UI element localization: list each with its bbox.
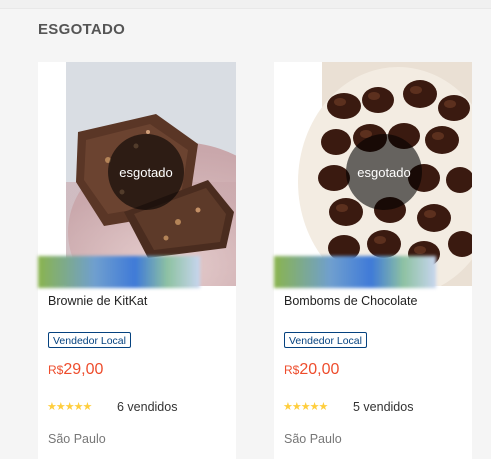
product-image[interactable]: esgotado bbox=[38, 62, 236, 286]
section-header: ESGOTADO bbox=[0, 8, 491, 49]
product-price: R$29,00 bbox=[48, 361, 103, 379]
seller-badge: Vendedor Local bbox=[48, 332, 131, 348]
product-name[interactable]: Bomboms de Chocolate bbox=[284, 294, 417, 308]
product-name[interactable]: Brownie de KitKat bbox=[48, 294, 147, 308]
section-title: ESGOTADO bbox=[38, 21, 126, 38]
seller-location: São Paulo bbox=[284, 432, 342, 446]
promo-banner bbox=[38, 256, 200, 288]
product-image[interactable]: esgotado bbox=[274, 62, 472, 286]
price-currency: R$ bbox=[284, 363, 300, 377]
price-currency: R$ bbox=[48, 363, 64, 377]
soldout-overlay: esgotado bbox=[346, 134, 422, 210]
price-value: 29,00 bbox=[63, 361, 104, 378]
top-strip bbox=[0, 0, 491, 8]
seller-badge: Vendedor Local bbox=[284, 332, 367, 348]
sold-count: 5 vendidos bbox=[353, 400, 414, 414]
promo-banner bbox=[274, 256, 436, 288]
soldout-overlay: esgotado bbox=[108, 134, 184, 210]
product-price: R$20,00 bbox=[284, 361, 339, 379]
product-card[interactable]: esgotado Bomboms de Chocolate Vendedor L… bbox=[274, 62, 472, 459]
rating-stars-icon: ★★★★★ bbox=[283, 401, 328, 413]
product-card[interactable]: esgotado Brownie de KitKat Vendedor Loca… bbox=[38, 62, 236, 459]
sold-count: 6 vendidos bbox=[117, 400, 178, 414]
rating-stars-icon: ★★★★★ bbox=[47, 401, 92, 413]
price-value: 20,00 bbox=[299, 361, 340, 378]
seller-location: São Paulo bbox=[48, 432, 106, 446]
